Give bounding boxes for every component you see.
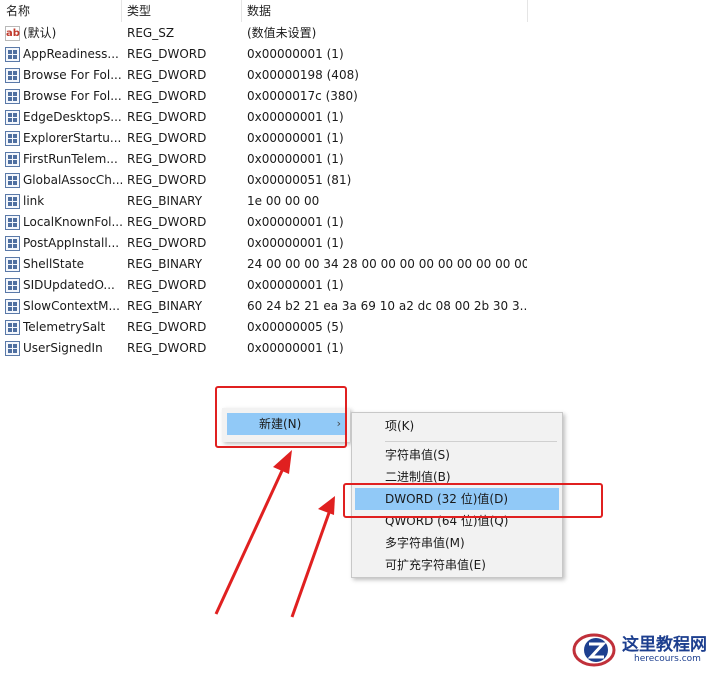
annotation-arrows	[214, 450, 335, 618]
arrow-head-icon	[318, 496, 335, 515]
watermark-title: 这里教程网	[622, 635, 707, 655]
site-logo-icon	[572, 633, 616, 667]
arrow-head-icon	[273, 450, 292, 474]
arrow-line-icon	[214, 461, 288, 615]
watermark: 这里教程网 herecours.com	[572, 628, 717, 674]
arrow-line-icon	[290, 509, 332, 618]
watermark-url: herecours.com	[634, 654, 701, 664]
